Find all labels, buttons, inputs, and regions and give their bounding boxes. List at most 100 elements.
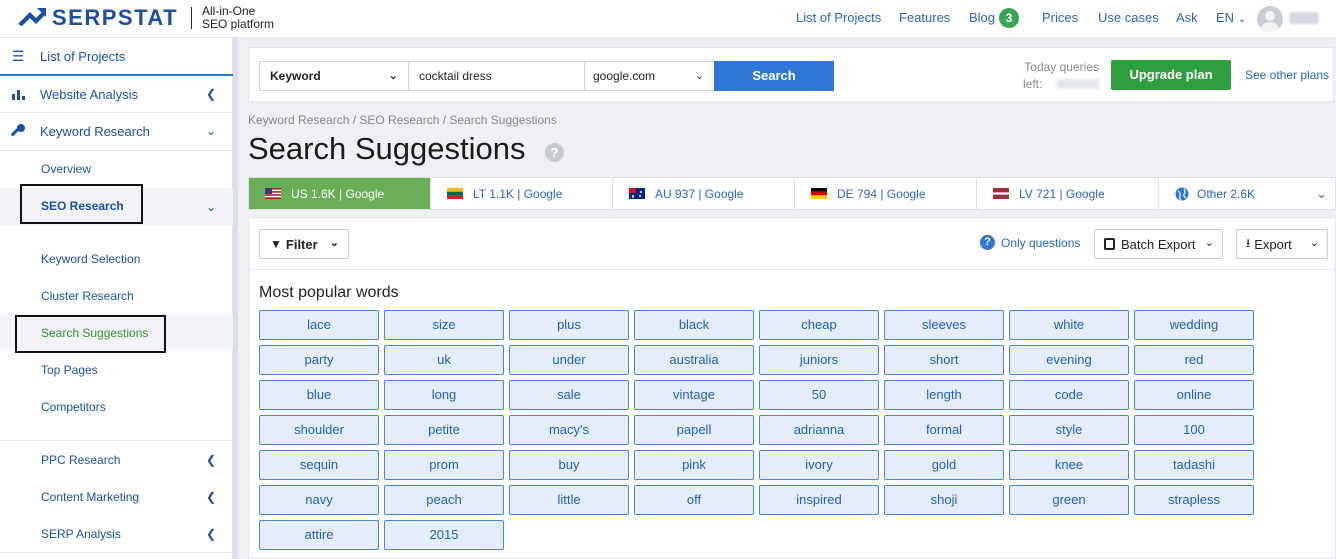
nav-use-cases[interactable]: Use cases bbox=[1098, 10, 1159, 25]
word-chip[interactable]: sleeves bbox=[884, 310, 1004, 340]
word-chip[interactable]: gold bbox=[884, 450, 1004, 480]
word-chip[interactable]: vintage bbox=[634, 380, 754, 410]
search-input[interactable]: cocktail dress bbox=[408, 61, 585, 91]
sidebar-item-label: Content Marketing bbox=[41, 490, 140, 504]
chevron-down-icon[interactable]: ⌄ bbox=[1316, 186, 1327, 202]
database-tabs: US 1.6K | Google LT 1.1K | Google AU 937… bbox=[248, 177, 1336, 210]
word-chip[interactable]: 100 bbox=[1134, 415, 1254, 445]
word-chip[interactable]: juniors bbox=[759, 345, 879, 375]
word-chip[interactable]: navy bbox=[259, 485, 379, 515]
word-chip[interactable]: australia bbox=[634, 345, 754, 375]
word-chip[interactable]: pink bbox=[634, 450, 754, 480]
word-chip[interactable]: buy bbox=[509, 450, 629, 480]
word-chip[interactable]: uk bbox=[384, 345, 504, 375]
nav-list-of-projects[interactable]: List of Projects bbox=[796, 10, 881, 25]
chevron-down-icon: ⌄ bbox=[206, 200, 217, 214]
word-chip[interactable]: white bbox=[1009, 310, 1129, 340]
toolbar-divider bbox=[249, 269, 1336, 270]
nav-blog[interactable]: Blog bbox=[969, 10, 995, 25]
word-chip[interactable]: size bbox=[384, 310, 504, 340]
sidebar-item-website-analysis[interactable]: Website Analysis ❮ bbox=[0, 84, 233, 104]
word-chip[interactable]: blue bbox=[259, 380, 379, 410]
filter-button[interactable]: ▼ Filter ⌄ bbox=[259, 229, 349, 259]
word-chip[interactable]: length bbox=[884, 380, 1004, 410]
sidebar-item-ppc-research[interactable]: PPC Research ❮ bbox=[0, 450, 233, 470]
word-chip[interactable]: code bbox=[1009, 380, 1129, 410]
word-chip[interactable]: sale bbox=[509, 380, 629, 410]
tab-lv[interactable]: LV 721 | Google bbox=[977, 178, 1159, 209]
word-chip[interactable]: attire bbox=[259, 520, 379, 550]
word-chip[interactable]: online bbox=[1134, 380, 1254, 410]
sidebar-item-cluster-research[interactable]: Cluster Research bbox=[41, 289, 134, 303]
sidebar-item-overview[interactable]: Overview bbox=[41, 162, 91, 176]
word-chip[interactable]: off bbox=[634, 485, 754, 515]
word-chip[interactable]: 50 bbox=[759, 380, 879, 410]
language-switcher[interactable]: EN ⌄ bbox=[1216, 10, 1246, 25]
export-button[interactable]: ⭳ Export ⌄ bbox=[1236, 229, 1328, 259]
word-chip[interactable]: strapless bbox=[1134, 485, 1254, 515]
word-chip[interactable]: red bbox=[1134, 345, 1254, 375]
only-questions-toggle[interactable]: ? Only questions bbox=[980, 235, 1080, 250]
word-chip[interactable]: lace bbox=[259, 310, 379, 340]
chevron-down-icon: ⌄ bbox=[388, 70, 398, 82]
upgrade-plan-button[interactable]: Upgrade plan bbox=[1111, 60, 1231, 90]
nav-ask[interactable]: Ask bbox=[1176, 10, 1198, 25]
word-chip[interactable]: knee bbox=[1009, 450, 1129, 480]
sidebar-item-competitors[interactable]: Competitors bbox=[41, 400, 106, 414]
nav-features[interactable]: Features bbox=[899, 10, 950, 25]
word-chip[interactable]: macy's bbox=[509, 415, 629, 445]
nav-prices[interactable]: Prices bbox=[1042, 10, 1078, 25]
search-type-select[interactable]: Keyword ⌄ bbox=[259, 61, 409, 91]
word-chip[interactable]: 2015 bbox=[384, 520, 504, 550]
sidebar-item-serp-analysis[interactable]: SERP Analysis ❮ bbox=[0, 524, 233, 544]
word-chip[interactable]: papell bbox=[634, 415, 754, 445]
word-chip[interactable]: black bbox=[634, 310, 754, 340]
serpstat-logo[interactable]: SERPSTAT bbox=[18, 5, 178, 30]
sidebar-item-label: SERP Analysis bbox=[41, 527, 121, 541]
tab-de[interactable]: DE 794 | Google bbox=[795, 178, 977, 209]
word-chip[interactable]: evening bbox=[1009, 345, 1129, 375]
word-chip[interactable]: under bbox=[509, 345, 629, 375]
word-chip[interactable]: ivory bbox=[759, 450, 879, 480]
user-name-blurred[interactable] bbox=[1289, 12, 1319, 24]
sidebar-item-keyword-research[interactable]: Keyword Research ⌄ bbox=[0, 121, 233, 141]
sidebar-item-top-pages[interactable]: Top Pages bbox=[41, 363, 98, 377]
help-icon[interactable]: ? bbox=[545, 143, 564, 162]
word-chip[interactable]: tadashi bbox=[1134, 450, 1254, 480]
word-chip[interactable]: long bbox=[384, 380, 504, 410]
breadcrumb[interactable]: Keyword Research / SEO Research / Search… bbox=[248, 113, 557, 127]
engine-select[interactable]: google.com ⌄ bbox=[584, 61, 715, 91]
batch-export-button[interactable]: Batch Export ⌄ bbox=[1094, 229, 1223, 259]
word-chip[interactable]: plus bbox=[509, 310, 629, 340]
tab-au[interactable]: AU 937 | Google bbox=[613, 178, 795, 209]
word-chip[interactable]: adrianna bbox=[759, 415, 879, 445]
chevron-down-icon: ⌄ bbox=[694, 70, 704, 82]
word-chip[interactable]: sequin bbox=[259, 450, 379, 480]
word-chip[interactable]: party bbox=[259, 345, 379, 375]
avatar[interactable] bbox=[1257, 6, 1283, 32]
word-chip[interactable]: shoji bbox=[884, 485, 1004, 515]
word-chip[interactable]: shoulder bbox=[259, 415, 379, 445]
word-chip[interactable]: style bbox=[1009, 415, 1129, 445]
search-button[interactable]: Search bbox=[714, 61, 834, 91]
word-chip[interactable]: inspired bbox=[759, 485, 879, 515]
word-chip[interactable]: formal bbox=[884, 415, 1004, 445]
tab-lt[interactable]: LT 1.1K | Google bbox=[431, 178, 613, 209]
word-chip[interactable]: little bbox=[509, 485, 629, 515]
word-chip[interactable]: cheap bbox=[759, 310, 879, 340]
sidebar-item-list-of-projects[interactable]: ☰ List of Projects bbox=[0, 46, 233, 66]
word-chip[interactable]: petite bbox=[384, 415, 504, 445]
word-chip[interactable]: prom bbox=[384, 450, 504, 480]
tab-us[interactable]: US 1.6K | Google bbox=[249, 178, 431, 209]
word-chip[interactable]: wedding bbox=[1134, 310, 1254, 340]
tagline: All-in-One SEO platform bbox=[202, 5, 274, 31]
tab-other[interactable]: Other 2.6K ⌄ bbox=[1159, 178, 1335, 209]
sidebar-item-content-marketing[interactable]: Content Marketing ❮ bbox=[0, 487, 233, 507]
queries-left-value-blurred bbox=[1057, 79, 1099, 89]
word-chip[interactable]: green bbox=[1009, 485, 1129, 515]
see-other-plans-link[interactable]: See other plans bbox=[1245, 68, 1329, 82]
sidebar-item-keyword-selection[interactable]: Keyword Selection bbox=[41, 252, 140, 266]
sidebar-scrollbar[interactable] bbox=[233, 38, 238, 559]
word-chip[interactable]: peach bbox=[384, 485, 504, 515]
word-chip[interactable]: short bbox=[884, 345, 1004, 375]
